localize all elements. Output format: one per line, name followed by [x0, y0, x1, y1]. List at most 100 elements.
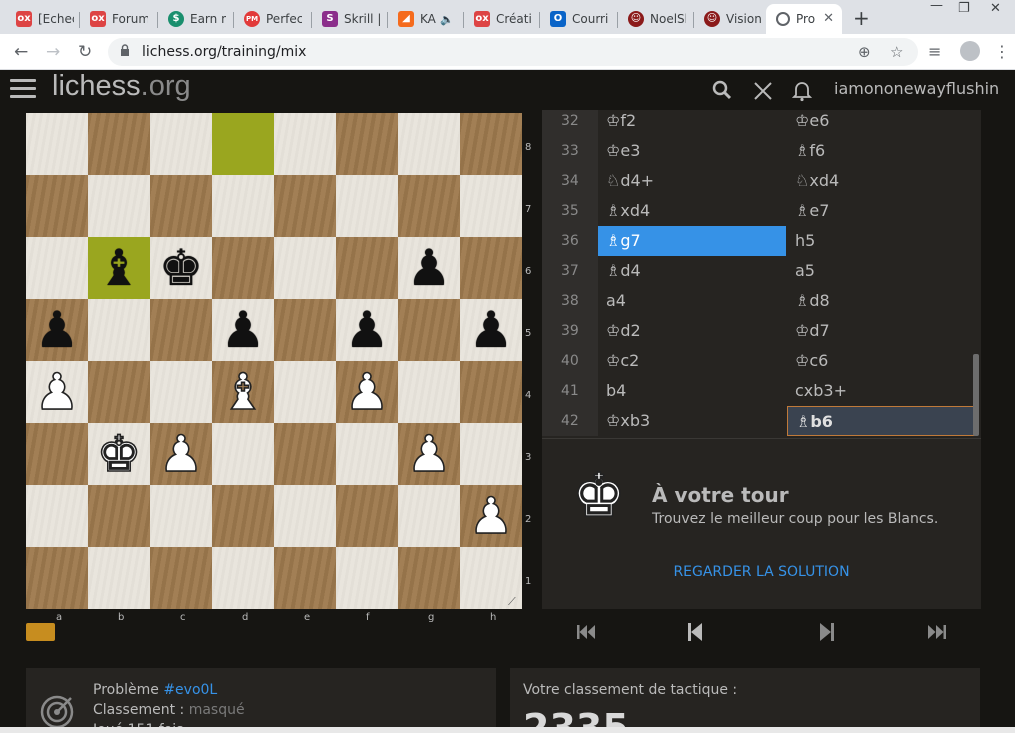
black-pawn-piece[interactable]: ♟ — [212, 299, 274, 361]
search-icon[interactable] — [712, 80, 732, 100]
reload-icon[interactable]: ↻ — [78, 42, 92, 62]
move-white[interactable]: ♗xd4 — [598, 196, 786, 226]
browser-tab[interactable]: $ Earn m — [158, 4, 234, 34]
square-h4[interactable] — [460, 361, 522, 423]
square-e3[interactable] — [274, 423, 336, 485]
square-d3[interactable] — [212, 423, 274, 485]
chess-board[interactable]: ♝ ♚ ♟ ♟ ♟ ♟ ♟ ♟ ♝ ♟ ♚ ♟ ♟ ♟ — [26, 113, 522, 609]
square-e6[interactable] — [274, 237, 336, 299]
move-white[interactable]: ♔xb3 — [598, 406, 786, 436]
close-tab-icon[interactable]: ✕ — [823, 11, 834, 26]
move-black[interactable]: ♘xd4 — [787, 166, 975, 196]
square-b1[interactable] — [88, 547, 150, 609]
browser-tab[interactable]: ◢ KA 🔈 — [388, 4, 464, 34]
square-e8[interactable] — [274, 113, 336, 175]
square-c1[interactable] — [150, 547, 212, 609]
square-g1[interactable] — [398, 547, 460, 609]
square-b4[interactable] — [88, 361, 150, 423]
square-e2[interactable] — [274, 485, 336, 547]
square-a2[interactable] — [26, 485, 88, 547]
white-pawn-piece[interactable]: ♟ — [460, 485, 522, 547]
browser-tab[interactable]: PM Perfect — [234, 4, 312, 34]
white-pawn-piece[interactable]: ♟ — [398, 423, 460, 485]
move-black[interactable]: ♗d8 — [787, 286, 975, 316]
move-white[interactable]: ♗d4 — [598, 256, 786, 286]
browser-tab[interactable]: ☺ Vision — [694, 4, 766, 34]
problem-id-link[interactable]: #evo0L — [163, 682, 217, 698]
square-e5[interactable] — [274, 299, 336, 361]
black-pawn-piece[interactable]: ♟ — [398, 237, 460, 299]
square-g2[interactable] — [398, 485, 460, 547]
last-move-button[interactable] — [922, 618, 952, 646]
black-pawn-piece[interactable]: ♟ — [26, 299, 88, 361]
board-resize-handle-icon[interactable]: ⟋ — [508, 595, 516, 609]
square-b8[interactable] — [88, 113, 150, 175]
square-a7[interactable] — [26, 175, 88, 237]
zoom-icon[interactable]: ⊕ — [858, 43, 871, 61]
square-h7[interactable] — [460, 175, 522, 237]
white-pawn-piece[interactable]: ♟ — [336, 361, 398, 423]
square-c7[interactable] — [150, 175, 212, 237]
browser-tab[interactable]: ox Création — [464, 4, 540, 34]
square-f2[interactable] — [336, 485, 398, 547]
square-f8[interactable] — [336, 113, 398, 175]
browser-tab[interactable]: S Skrill | — [312, 4, 388, 34]
square-e4[interactable] — [274, 361, 336, 423]
square-c8[interactable] — [150, 113, 212, 175]
username-link[interactable]: iamononewayflushin — [834, 79, 999, 98]
minimize-icon[interactable]: — — [930, 0, 943, 13]
square-g7[interactable] — [398, 175, 460, 237]
view-solution-button[interactable]: REGARDER LA SOLUTION — [542, 564, 981, 580]
square-f3[interactable] — [336, 423, 398, 485]
move-white[interactable]: ♔e3 — [598, 136, 786, 166]
white-pawn-piece[interactable]: ♟ — [26, 361, 88, 423]
square-a3[interactable] — [26, 423, 88, 485]
forward-icon[interactable]: → — [46, 42, 60, 62]
close-window-icon[interactable]: ✕ — [990, 1, 1001, 16]
square-b5[interactable] — [88, 299, 150, 361]
move-black[interactable]: a5 — [787, 256, 975, 286]
square-d8[interactable] — [212, 113, 274, 175]
hamburger-menu-icon[interactable] — [10, 79, 36, 99]
move-black[interactable]: ♗f6 — [787, 136, 975, 166]
color-toggle-button[interactable] — [26, 623, 55, 641]
black-bishop-piece[interactable]: ♝ — [88, 237, 150, 299]
new-tab-icon[interactable]: + — [853, 6, 870, 30]
url-field[interactable]: lichess.org/training/mix ⊕ ☆ — [108, 38, 918, 66]
browser-tab[interactable]: ☺ NoelSh — [618, 4, 694, 34]
bell-icon[interactable] — [792, 80, 812, 102]
square-f1[interactable] — [336, 547, 398, 609]
move-black-current[interactable]: ♗b6 — [787, 406, 975, 436]
bookmark-star-icon[interactable]: ☆ — [890, 43, 903, 61]
move-black[interactable]: ♔e6 — [787, 110, 975, 136]
white-pawn-piece[interactable]: ♟ — [150, 423, 212, 485]
move-white[interactable]: a4 — [598, 286, 786, 316]
browser-tab-active[interactable]: Pro ✕ — [766, 4, 842, 34]
square-d7[interactable] — [212, 175, 274, 237]
move-white[interactable]: ♘d4+ — [598, 166, 786, 196]
browser-tab[interactable]: ox [Echecs — [6, 4, 80, 34]
black-pawn-piece[interactable]: ♟ — [460, 299, 522, 361]
square-d6[interactable] — [212, 237, 274, 299]
square-g4[interactable] — [398, 361, 460, 423]
media-control-icon[interactable]: ≡ — [928, 42, 941, 61]
profile-avatar[interactable] — [960, 41, 980, 61]
square-h6[interactable] — [460, 237, 522, 299]
move-white[interactable]: ♔f2 — [598, 110, 786, 136]
browser-tab[interactable]: O Courrie — [540, 4, 618, 34]
previous-move-button[interactable] — [680, 618, 710, 646]
black-king-piece[interactable]: ♚ — [150, 237, 212, 299]
square-e1[interactable] — [274, 547, 336, 609]
move-list-scrollbar[interactable] — [973, 354, 979, 436]
square-e7[interactable] — [274, 175, 336, 237]
square-c4[interactable] — [150, 361, 212, 423]
square-a6[interactable] — [26, 237, 88, 299]
square-f6[interactable] — [336, 237, 398, 299]
square-d1[interactable] — [212, 547, 274, 609]
move-black[interactable]: h5 — [787, 226, 975, 256]
square-a1[interactable] — [26, 547, 88, 609]
move-black[interactable]: ♔d7 — [787, 316, 975, 346]
square-h3[interactable] — [460, 423, 522, 485]
square-g8[interactable] — [398, 113, 460, 175]
square-b7[interactable] — [88, 175, 150, 237]
